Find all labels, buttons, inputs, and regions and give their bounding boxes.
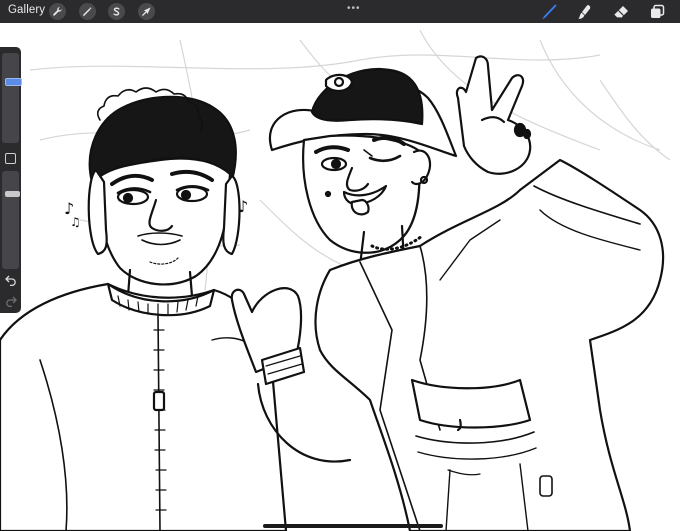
- more-menu-button[interactable]: •••: [347, 3, 361, 14]
- right-peace-hand: [455, 55, 532, 175]
- brush-icon[interactable]: [540, 3, 558, 21]
- drawing-canvas[interactable]: ♪ ♫ ♪: [0, 23, 680, 531]
- layers-icon[interactable]: [648, 3, 666, 21]
- svg-text:♫: ♫: [70, 215, 81, 229]
- transform-arrow-icon[interactable]: [138, 3, 155, 20]
- character-right: [269, 55, 665, 531]
- eraser-icon[interactable]: [612, 3, 630, 21]
- home-indicator: [263, 524, 443, 528]
- selection-s-icon[interactable]: [108, 3, 125, 20]
- character-left: [0, 87, 352, 531]
- smudge-icon[interactable]: [576, 3, 594, 21]
- svg-text:♪: ♪: [238, 197, 248, 216]
- actions-wrench-icon[interactable]: [49, 3, 66, 20]
- gallery-button[interactable]: Gallery: [8, 4, 45, 16]
- top-toolbar: Gallery •••: [0, 0, 680, 23]
- adjustments-magic-icon[interactable]: [79, 3, 96, 20]
